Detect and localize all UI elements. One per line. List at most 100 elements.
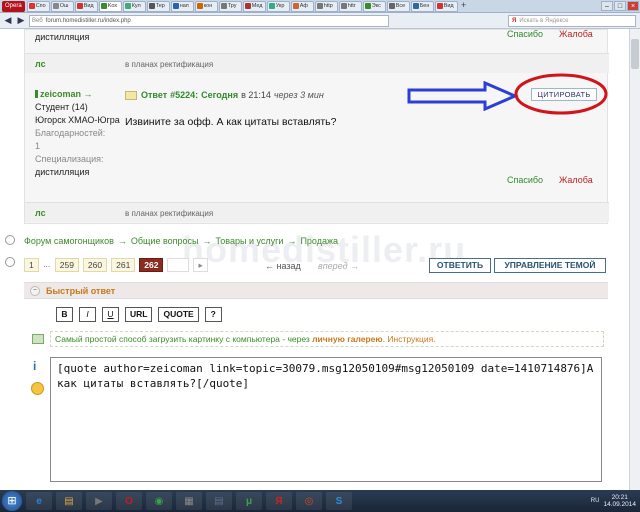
manage-topic-button[interactable]: УПРАВЛЕНИЕ ТЕМОЙ: [494, 258, 606, 273]
browser-tab[interactable]: кон: [194, 0, 218, 12]
pm-link[interactable]: лс: [35, 208, 46, 218]
instruction-link[interactable]: Инструкция.: [387, 334, 435, 344]
page-next-icon[interactable]: ▸: [193, 258, 208, 272]
taskbar-app-icon[interactable]: ▦: [176, 492, 202, 510]
help-button[interactable]: ?: [204, 307, 222, 322]
posts-area: дистилляция Спасибо Жалоба лс в планах р…: [24, 29, 609, 224]
page-scrollbar[interactable]: [629, 29, 640, 490]
taskbar-app-icon[interactable]: O: [116, 492, 142, 510]
prev-pm-link[interactable]: лс: [35, 59, 46, 69]
forward-button[interactable]: ▶: [16, 15, 26, 26]
info-icon[interactable]: i: [33, 359, 36, 373]
search-field[interactable]: Я Искать в Яндексе: [508, 14, 636, 27]
underline-button[interactable]: U: [102, 307, 119, 322]
back-button[interactable]: ◀: [3, 15, 13, 26]
browser-tab[interactable]: httr: [338, 0, 362, 12]
taskbar-app-icon[interactable]: ▶: [86, 492, 112, 510]
breadcrumb: Форум самогонщиков → Общие вопросы → Товары …: [24, 236, 338, 246]
window-controls: – □ ×: [601, 1, 640, 11]
browser-tab[interactable]: Kox: [98, 0, 122, 12]
breadcrumb-item-forum[interactable]: Форум самогонщиков: [24, 236, 114, 246]
taskbar-app-icon[interactable]: Я: [266, 492, 292, 510]
forward-link: вперед →: [318, 261, 360, 271]
taskbar-app-icon[interactable]: ◉: [146, 492, 172, 510]
author-name[interactable]: zeicoman: [40, 89, 81, 99]
browser-tab[interactable]: Аф: [290, 0, 314, 12]
tab-label: Кул: [131, 3, 141, 9]
upload-hint: Самый простой способ загрузить картинку …: [50, 331, 604, 347]
quick-reply-header: − Быстрый ответ: [24, 282, 608, 299]
tab-favicon-icon: [76, 3, 83, 9]
taskbar-app-icon[interactable]: ◎: [296, 492, 322, 510]
bold-button[interactable]: B: [56, 307, 73, 322]
breadcrumb-item-goods[interactable]: Товары и услуги: [216, 236, 284, 246]
browser-tab[interactable]: http: [314, 0, 338, 12]
thanks-link[interactable]: Спасибо: [507, 175, 543, 185]
close-window-button[interactable]: ×: [627, 1, 639, 11]
browser-tab[interactable]: Мед: [242, 0, 266, 12]
opera-menu-button[interactable]: Opera: [2, 0, 25, 12]
taskbar-app-icon[interactable]: ▤: [56, 492, 82, 510]
tab-label: http: [323, 3, 333, 9]
taskbar-app-icon[interactable]: μ: [236, 492, 262, 510]
url-button[interactable]: URL: [125, 307, 153, 322]
browser-tab[interactable]: Тер: [146, 0, 170, 12]
browser-tab[interactable]: Вид: [434, 0, 458, 12]
reply-button[interactable]: ОТВЕТИТЬ: [429, 258, 491, 273]
prev-complain-link[interactable]: Жалоба: [559, 29, 593, 39]
tab-favicon-icon: [436, 3, 443, 9]
browser-tab[interactable]: Спо: [26, 0, 50, 12]
complain-link[interactable]: Жалоба: [559, 175, 593, 185]
page-link-1[interactable]: 1: [24, 258, 39, 272]
minimize-button[interactable]: –: [601, 1, 613, 11]
browser-tab[interactable]: Все: [386, 0, 410, 12]
browser-tab[interactable]: Кул: [122, 0, 146, 12]
page-jump-input[interactable]: [167, 258, 190, 272]
scrollbar-thumb[interactable]: [631, 39, 639, 69]
message-textarea[interactable]: [quote author=zeicoman link=topic=30079.…: [50, 357, 602, 482]
back-link[interactable]: ← назад: [265, 261, 301, 271]
taskbar-app-icon[interactable]: S: [326, 492, 352, 510]
url-field[interactable]: Веб forum.homedistiller.ru/index.php: [29, 14, 389, 27]
gallery-link[interactable]: личную галерею: [312, 334, 383, 344]
page-link-259[interactable]: 259: [54, 258, 79, 272]
clock-time: 20:21: [611, 494, 628, 501]
tab-favicon-icon: [412, 3, 419, 9]
signature: в планах ректификация: [125, 209, 214, 218]
new-tab-button[interactable]: +: [459, 1, 469, 11]
prev-thanks-link[interactable]: Спасибо: [507, 29, 543, 39]
post-header: Ответ #5224: Сегодня в 21:14 через 3 мин: [125, 90, 324, 100]
collapse-icon[interactable]: −: [30, 286, 40, 296]
browser-tab[interactable]: Бен: [410, 0, 434, 12]
tab-label: Kox: [107, 3, 118, 9]
annotation-ellipse: [514, 73, 608, 115]
browser-tab[interactable]: Вид: [74, 0, 98, 12]
gutter-circle-icon: [5, 257, 15, 267]
page-link-261[interactable]: 261: [111, 258, 136, 272]
browser-tab[interactable]: Укр: [266, 0, 290, 12]
tab-label: Все: [395, 3, 406, 9]
post-number-link[interactable]: #5224:: [170, 90, 198, 100]
smiley-icon[interactable]: [31, 382, 44, 395]
browser-tab[interactable]: Ош: [50, 0, 74, 12]
browser-tab[interactable]: Экс: [362, 0, 386, 12]
breadcrumb-item-sale[interactable]: Продажа: [300, 236, 338, 246]
browser-tab[interactable]: нап: [170, 0, 194, 12]
language-indicator[interactable]: RU: [591, 498, 600, 504]
maximize-button[interactable]: □: [614, 1, 626, 11]
browser-tab[interactable]: Тру: [218, 0, 242, 12]
tab-favicon-icon: [364, 3, 371, 9]
tab-favicon-icon: [244, 3, 251, 9]
breadcrumb-item-general[interactable]: Общие вопросы: [131, 236, 199, 246]
tab-favicon-icon: [52, 3, 59, 9]
page-link-260[interactable]: 260: [82, 258, 108, 272]
clock[interactable]: 20:21 14.09.2014: [603, 494, 636, 508]
tab-favicon-icon: [196, 3, 203, 9]
start-button[interactable]: ⊞: [2, 491, 22, 511]
taskbar-app-icon[interactable]: ▤: [206, 492, 232, 510]
signature-row: лс в планах ректификация: [25, 202, 609, 222]
annotation-arrow: [407, 81, 519, 111]
italic-button[interactable]: I: [79, 307, 96, 322]
taskbar-app-icon[interactable]: e: [26, 492, 52, 510]
quote-bbcode-button[interactable]: QUOTE: [158, 307, 199, 322]
